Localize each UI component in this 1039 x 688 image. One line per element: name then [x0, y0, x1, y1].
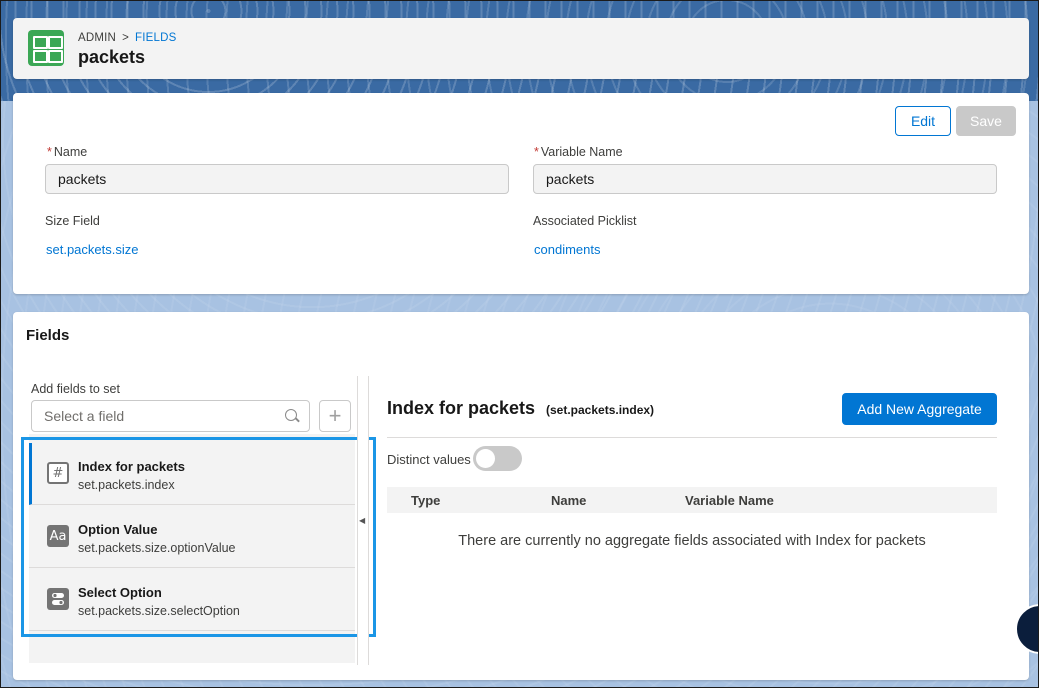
breadcrumb: ADMIN > FIELDS — [78, 32, 176, 44]
page-header: ADMIN > FIELDS packets — [13, 18, 1029, 79]
toggle-knob — [476, 449, 495, 468]
breadcrumb-separator: > — [122, 32, 129, 44]
column-variable-name: Variable Name — [685, 493, 774, 508]
record-details-card: Edit Save * Name packets * Variable Name p… — [13, 93, 1029, 294]
name-field[interactable]: packets — [45, 164, 509, 194]
breadcrumb-admin[interactable]: ADMIN — [78, 32, 116, 44]
associated-picklist-label: Associated Picklist — [533, 214, 637, 228]
size-field-link[interactable]: set.packets.size — [46, 242, 139, 257]
required-marker: * — [534, 145, 539, 159]
name-label: * Name — [47, 145, 87, 159]
add-fields-label: Add fields to set — [31, 382, 120, 396]
fields-card: Fields Add fields to set Select a field … — [13, 312, 1029, 680]
app-frame: ADMIN > FIELDS packets Edit Save * Name pac… — [0, 0, 1039, 688]
field-detail-title: Index for packets — [387, 398, 536, 418]
required-marker: * — [47, 145, 52, 159]
empty-state-message: There are currently no aggregate fields … — [458, 533, 926, 549]
search-icon — [285, 409, 297, 421]
save-button[interactable]: Save — [956, 106, 1016, 136]
fields-list-toolbar: Add fields to set Select a field + — [29, 376, 355, 434]
column-type: Type — [411, 493, 441, 508]
variable-name-field[interactable]: packets — [533, 164, 997, 194]
name-label-text: Name — [53, 145, 88, 159]
edit-button[interactable]: Edit — [895, 106, 951, 136]
add-new-aggregate-button[interactable]: Add New Aggregate — [842, 393, 997, 425]
select-field-input[interactable]: Select a field — [31, 400, 310, 432]
column-name: Name — [551, 493, 587, 508]
breadcrumb-fields-link[interactable]: FIELDS — [135, 32, 176, 44]
collapse-left-icon[interactable]: ◀ — [359, 516, 365, 525]
associated-picklist-link[interactable]: condiments — [534, 242, 600, 257]
selection-highlight-box — [21, 437, 376, 637]
add-field-button[interactable]: + — [319, 400, 351, 432]
grid-table-icon — [28, 30, 64, 66]
variable-name-label-text: Variable Name — [540, 145, 623, 159]
distinct-values-toggle[interactable] — [473, 446, 522, 471]
size-field-label: Size Field — [45, 214, 100, 228]
fields-heading: Fields — [26, 327, 70, 344]
distinct-values-label: Distinct values — [387, 452, 471, 467]
page-title: packets — [78, 47, 146, 67]
variable-name-label: * Variable Name — [534, 145, 623, 159]
aggregate-table-header: Type Name Variable Name — [387, 487, 997, 513]
field-detail-variable: (set.packets.index) — [546, 403, 655, 417]
divider — [387, 437, 997, 438]
select-field-placeholder: Select a field — [44, 408, 125, 424]
